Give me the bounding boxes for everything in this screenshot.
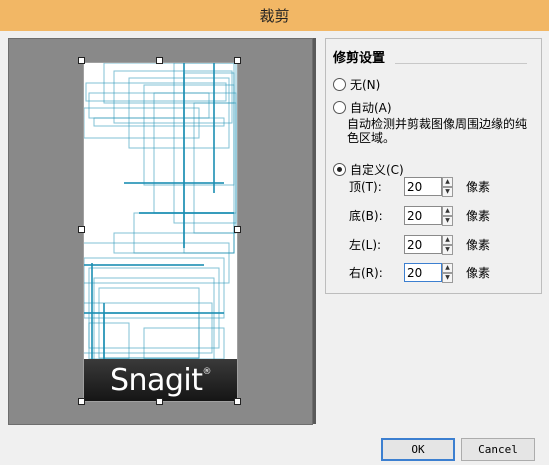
bottom-label: 底(B): [349,209,383,223]
radio-circle[interactable] [333,163,346,176]
crop-handle-bottom-middle[interactable] [156,398,163,405]
title-bar: 裁剪 [0,0,549,31]
radio-label: 自定义(C) [350,163,404,177]
radio-circle[interactable] [333,101,346,114]
crop-handle-top-left[interactable] [78,57,85,64]
auto-description: 自动检测并剪裁图像周围边缘的纯色区域。 [347,117,528,145]
preview-image: Snagit ® [83,62,238,402]
top-unit: 像素 [466,180,491,194]
radio-auto[interactable]: 自动(A) [333,99,392,116]
right-input[interactable] [404,263,442,282]
group-divider [395,63,527,64]
abstract-lines-artwork [84,63,237,359]
radio-none[interactable]: 无(N) [333,76,380,93]
spin-down-icon[interactable]: ▼ [442,273,453,283]
crop-handle-top-right[interactable] [234,57,241,64]
right-spinner[interactable]: ▲▼ [404,263,453,283]
radio-label: 自动(A) [350,101,392,115]
ok-button[interactable]: OK [381,438,455,461]
left-input[interactable] [404,235,442,254]
spin-down-icon[interactable]: ▼ [442,216,453,226]
right-unit: 像素 [466,266,491,280]
splitter[interactable] [313,38,316,424]
crop-handle-bottom-left[interactable] [78,398,85,405]
spin-down-icon[interactable]: ▼ [442,187,453,197]
radio-circle[interactable] [333,78,346,91]
left-unit: 像素 [466,238,491,252]
crop-handle-middle-left[interactable] [78,226,85,233]
crop-handle-middle-right[interactable] [234,226,241,233]
snagit-logo: Snagit ® [84,359,237,401]
group-title: 修剪设置 [333,51,386,66]
spin-up-icon[interactable]: ▲ [442,177,453,187]
right-label: 右(R): [349,266,383,280]
top-spinner[interactable]: ▲▼ [404,177,453,197]
spin-up-icon[interactable]: ▲ [442,235,453,245]
radio-custom[interactable]: 自定义(C) [333,161,404,178]
top-input[interactable] [404,177,442,196]
bottom-unit: 像素 [466,209,491,223]
left-label: 左(L): [349,238,382,252]
crop-handle-bottom-right[interactable] [234,398,241,405]
top-label: 顶(T): [349,180,382,194]
spin-down-icon[interactable]: ▼ [442,245,453,255]
window-title: 裁剪 [259,7,290,25]
crop-handle-top-middle[interactable] [156,57,163,64]
cancel-button[interactable]: Cancel [461,438,535,461]
bottom-spinner[interactable]: ▲▼ [404,206,453,226]
spin-up-icon[interactable]: ▲ [442,206,453,216]
radio-label: 无(N) [350,78,381,92]
left-spinner[interactable]: ▲▼ [404,235,453,255]
bottom-input[interactable] [404,206,442,225]
spin-up-icon[interactable]: ▲ [442,263,453,273]
